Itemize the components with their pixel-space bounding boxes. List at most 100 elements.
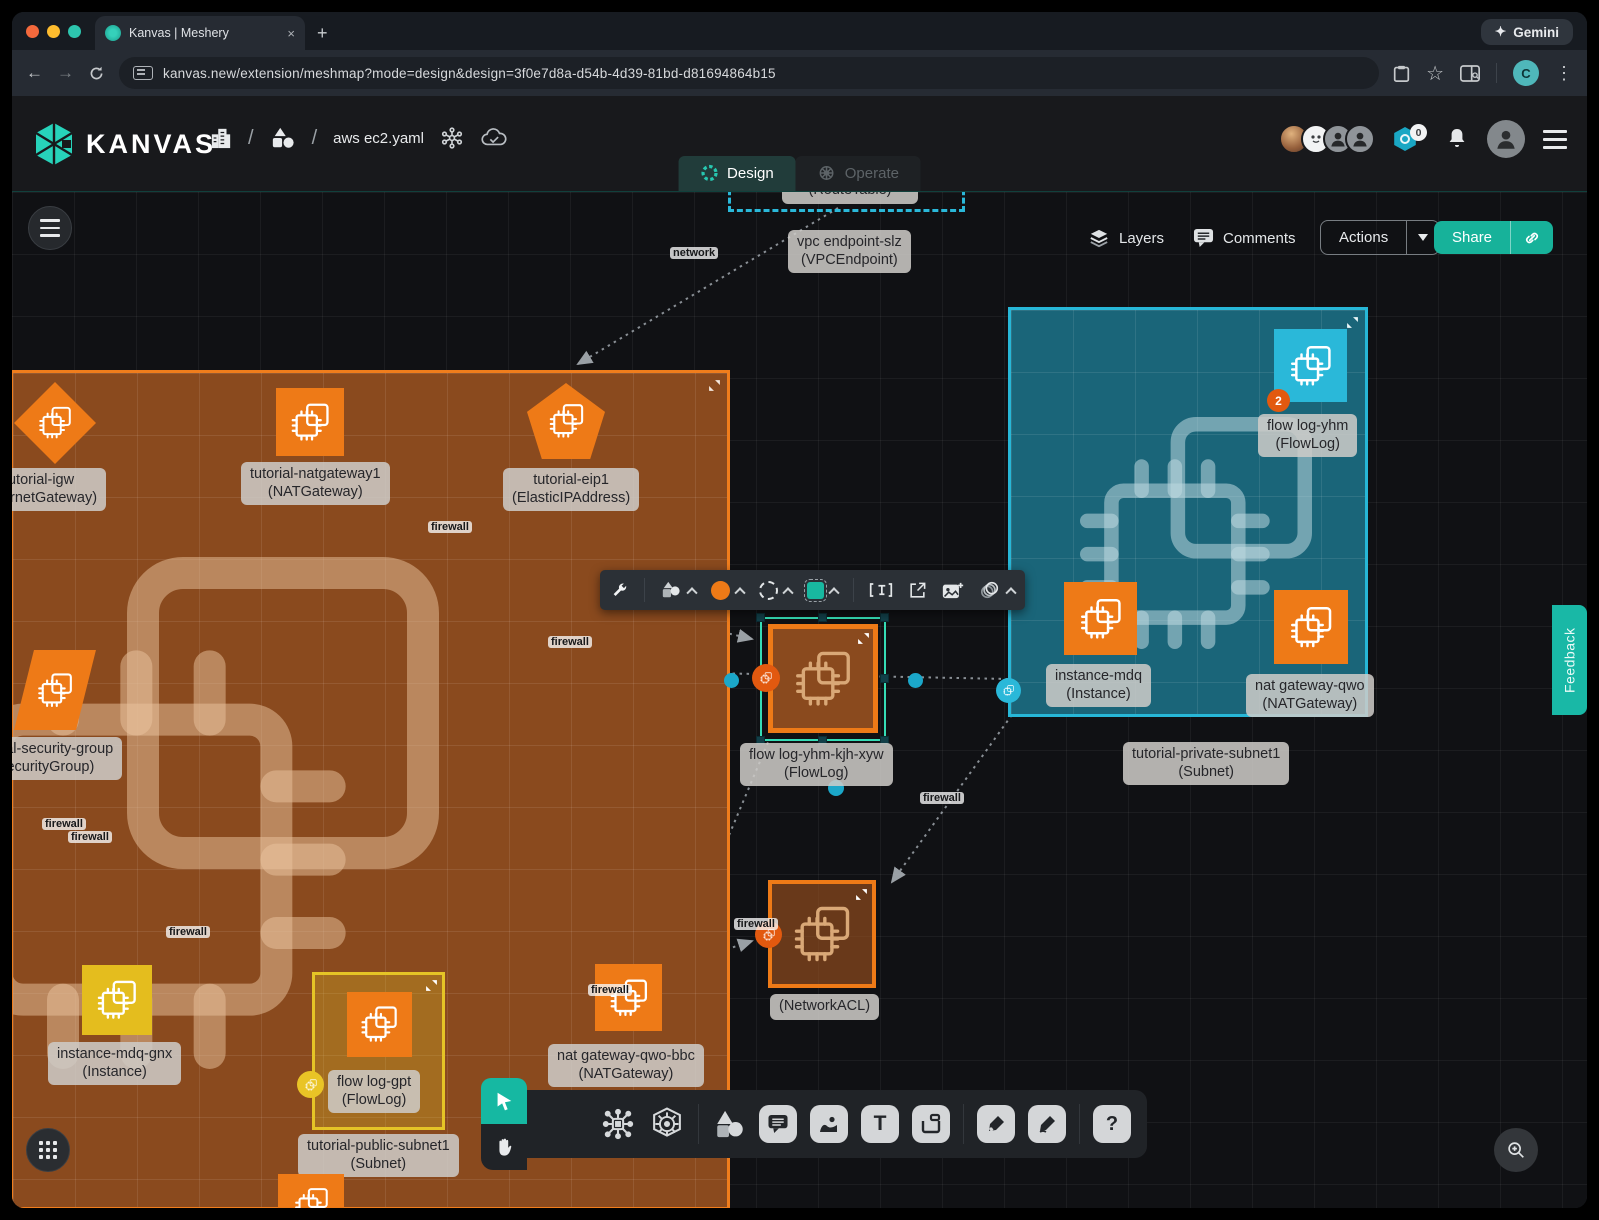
apps-grid-button[interactable]	[26, 1128, 70, 1172]
shapes-tool[interactable]	[660, 580, 696, 600]
reload-icon[interactable]	[88, 65, 105, 82]
actions-label: Actions	[1321, 221, 1406, 254]
collapse-icon[interactable]	[708, 379, 721, 392]
node-instance-mdq[interactable]	[1064, 582, 1137, 655]
browser-profile-avatar[interactable]: C	[1513, 60, 1539, 86]
cloud-sync-icon[interactable]	[480, 127, 508, 149]
collaborator-avatar[interactable]	[1345, 124, 1375, 154]
connection-dot[interactable]	[908, 673, 923, 688]
kanvas-brand-name: KANVAS	[86, 129, 216, 160]
actions-button[interactable]: Actions	[1320, 220, 1440, 255]
edge-pen-tool[interactable]	[977, 1105, 1015, 1143]
operate-tab-icon	[818, 164, 836, 182]
browser-toolbar: ← → kanvas.new/extension/meshmap?mode=de…	[12, 50, 1587, 96]
open-in-new-icon[interactable]	[908, 581, 927, 600]
image-icon	[818, 1113, 840, 1135]
meshery-favicon	[105, 25, 121, 41]
collaborator-avatars	[1279, 124, 1375, 154]
media-tool[interactable]	[810, 1105, 848, 1143]
collapse-icon[interactable]	[1346, 316, 1359, 329]
grid-icon	[39, 1141, 57, 1159]
design-file-name[interactable]: aws ec2.yaml	[333, 130, 424, 147]
chevron-up-icon	[828, 587, 839, 598]
tab-design[interactable]: Design	[678, 156, 796, 191]
forward-icon[interactable]: →	[57, 63, 74, 83]
site-info-icon[interactable]	[133, 66, 153, 80]
node-flowlog-gpt[interactable]	[347, 992, 412, 1057]
save-icon[interactable]	[1393, 64, 1410, 83]
workspace-shapes-icon[interactable]	[270, 126, 296, 150]
close-window-button[interactable]	[26, 25, 39, 38]
add-image-icon[interactable]	[942, 581, 964, 600]
text-tool[interactable]: T	[861, 1105, 899, 1143]
kubernetes-tool[interactable]	[649, 1106, 685, 1142]
freehand-pencil-tool[interactable]	[1028, 1105, 1066, 1143]
node-partial-bottom[interactable]	[278, 1174, 344, 1208]
side-panel-icon[interactable]	[1460, 65, 1480, 82]
pan-tool[interactable]	[481, 1124, 527, 1170]
design-canvas[interactable]: (RouteTable) vpc endpoint-slz(VPCEndpoin…	[12, 192, 1587, 1208]
resize-handle[interactable]	[880, 674, 889, 683]
comment-tool[interactable]	[759, 1105, 797, 1143]
rename-icon[interactable]	[869, 581, 893, 599]
color-tool[interactable]	[711, 581, 744, 600]
extensions-icon[interactable]	[440, 126, 464, 150]
node-instance-gnx[interactable]	[82, 965, 152, 1035]
feedback-tab[interactable]: Feedback	[1552, 605, 1587, 715]
node-label: tutorial-igw(InternetGateway)	[12, 468, 106, 511]
gemini-button[interactable]: ✦ Gemini	[1481, 19, 1573, 45]
resize-handle[interactable]	[880, 613, 889, 622]
minimize-window-button[interactable]	[47, 25, 60, 38]
components-tool[interactable]	[600, 1106, 636, 1142]
collapse-icon[interactable]	[425, 979, 438, 992]
group-circles-tool[interactable]	[979, 580, 1015, 600]
canvas-menu-icon	[40, 219, 60, 237]
copy-link-button[interactable]	[1510, 221, 1553, 254]
cluster-status-badge[interactable]: 0	[1393, 124, 1427, 154]
help-button[interactable]: ?	[1093, 1105, 1131, 1143]
edge-label: firewall	[428, 521, 472, 533]
chevron-up-icon	[1005, 587, 1016, 598]
comments-label: Comments	[1223, 230, 1296, 247]
help-label: ?	[1106, 1113, 1118, 1136]
comments-button[interactable]: Comments	[1193, 228, 1296, 248]
new-tab-button[interactable]: +	[317, 23, 328, 44]
collapse-icon[interactable]	[857, 632, 870, 645]
canvas-menu-button[interactable]	[28, 206, 72, 250]
select-tool[interactable]	[481, 1078, 527, 1124]
node-nat-gateway-bbc[interactable]	[595, 964, 662, 1031]
shapes-tool-bottom[interactable]	[712, 1108, 746, 1140]
organization-icon[interactable]	[210, 126, 232, 150]
node-label: (RouteTable)	[782, 192, 918, 204]
shape-frame-tool[interactable]	[912, 1105, 950, 1143]
node-network-acl[interactable]	[768, 880, 876, 988]
connection-dot[interactable]	[724, 673, 739, 688]
url-bar[interactable]: kanvas.new/extension/meshmap?mode=design…	[119, 57, 1379, 89]
browser-menu-icon[interactable]: ⋮	[1555, 63, 1573, 84]
resize-handle[interactable]	[756, 613, 765, 622]
layers-button[interactable]: Layers	[1088, 228, 1164, 248]
fill-style-tool[interactable]	[807, 582, 838, 599]
node-nat-gateway-qwo[interactable]	[1274, 590, 1348, 664]
operate-tab-label: Operate	[845, 165, 899, 182]
tab-close-icon[interactable]: ×	[287, 26, 295, 41]
collapse-icon[interactable]	[855, 888, 868, 901]
node-flowlog-kjh-selected[interactable]	[768, 624, 878, 733]
comments-icon	[1193, 228, 1214, 248]
browser-tab[interactable]: Kanvas | Meshery ×	[95, 16, 305, 50]
bell-icon[interactable]	[1445, 126, 1469, 152]
maximize-window-button[interactable]	[68, 25, 81, 38]
user-avatar[interactable]	[1487, 120, 1525, 158]
share-button[interactable]: Share	[1434, 221, 1553, 254]
resize-handle[interactable]	[818, 613, 827, 622]
zoom-button[interactable]	[1494, 1128, 1538, 1172]
configure-wrench-icon[interactable]	[610, 581, 629, 600]
kanvas-brand[interactable]: KANVAS	[34, 122, 216, 166]
node-nat-gateway-1[interactable]	[276, 388, 344, 456]
bookmark-star-icon[interactable]: ☆	[1426, 61, 1444, 86]
divider	[1496, 63, 1497, 83]
app-menu-icon[interactable]	[1543, 130, 1567, 149]
border-style-tool[interactable]	[759, 581, 792, 600]
tab-operate[interactable]: Operate	[796, 156, 921, 191]
back-icon[interactable]: ←	[26, 63, 43, 83]
